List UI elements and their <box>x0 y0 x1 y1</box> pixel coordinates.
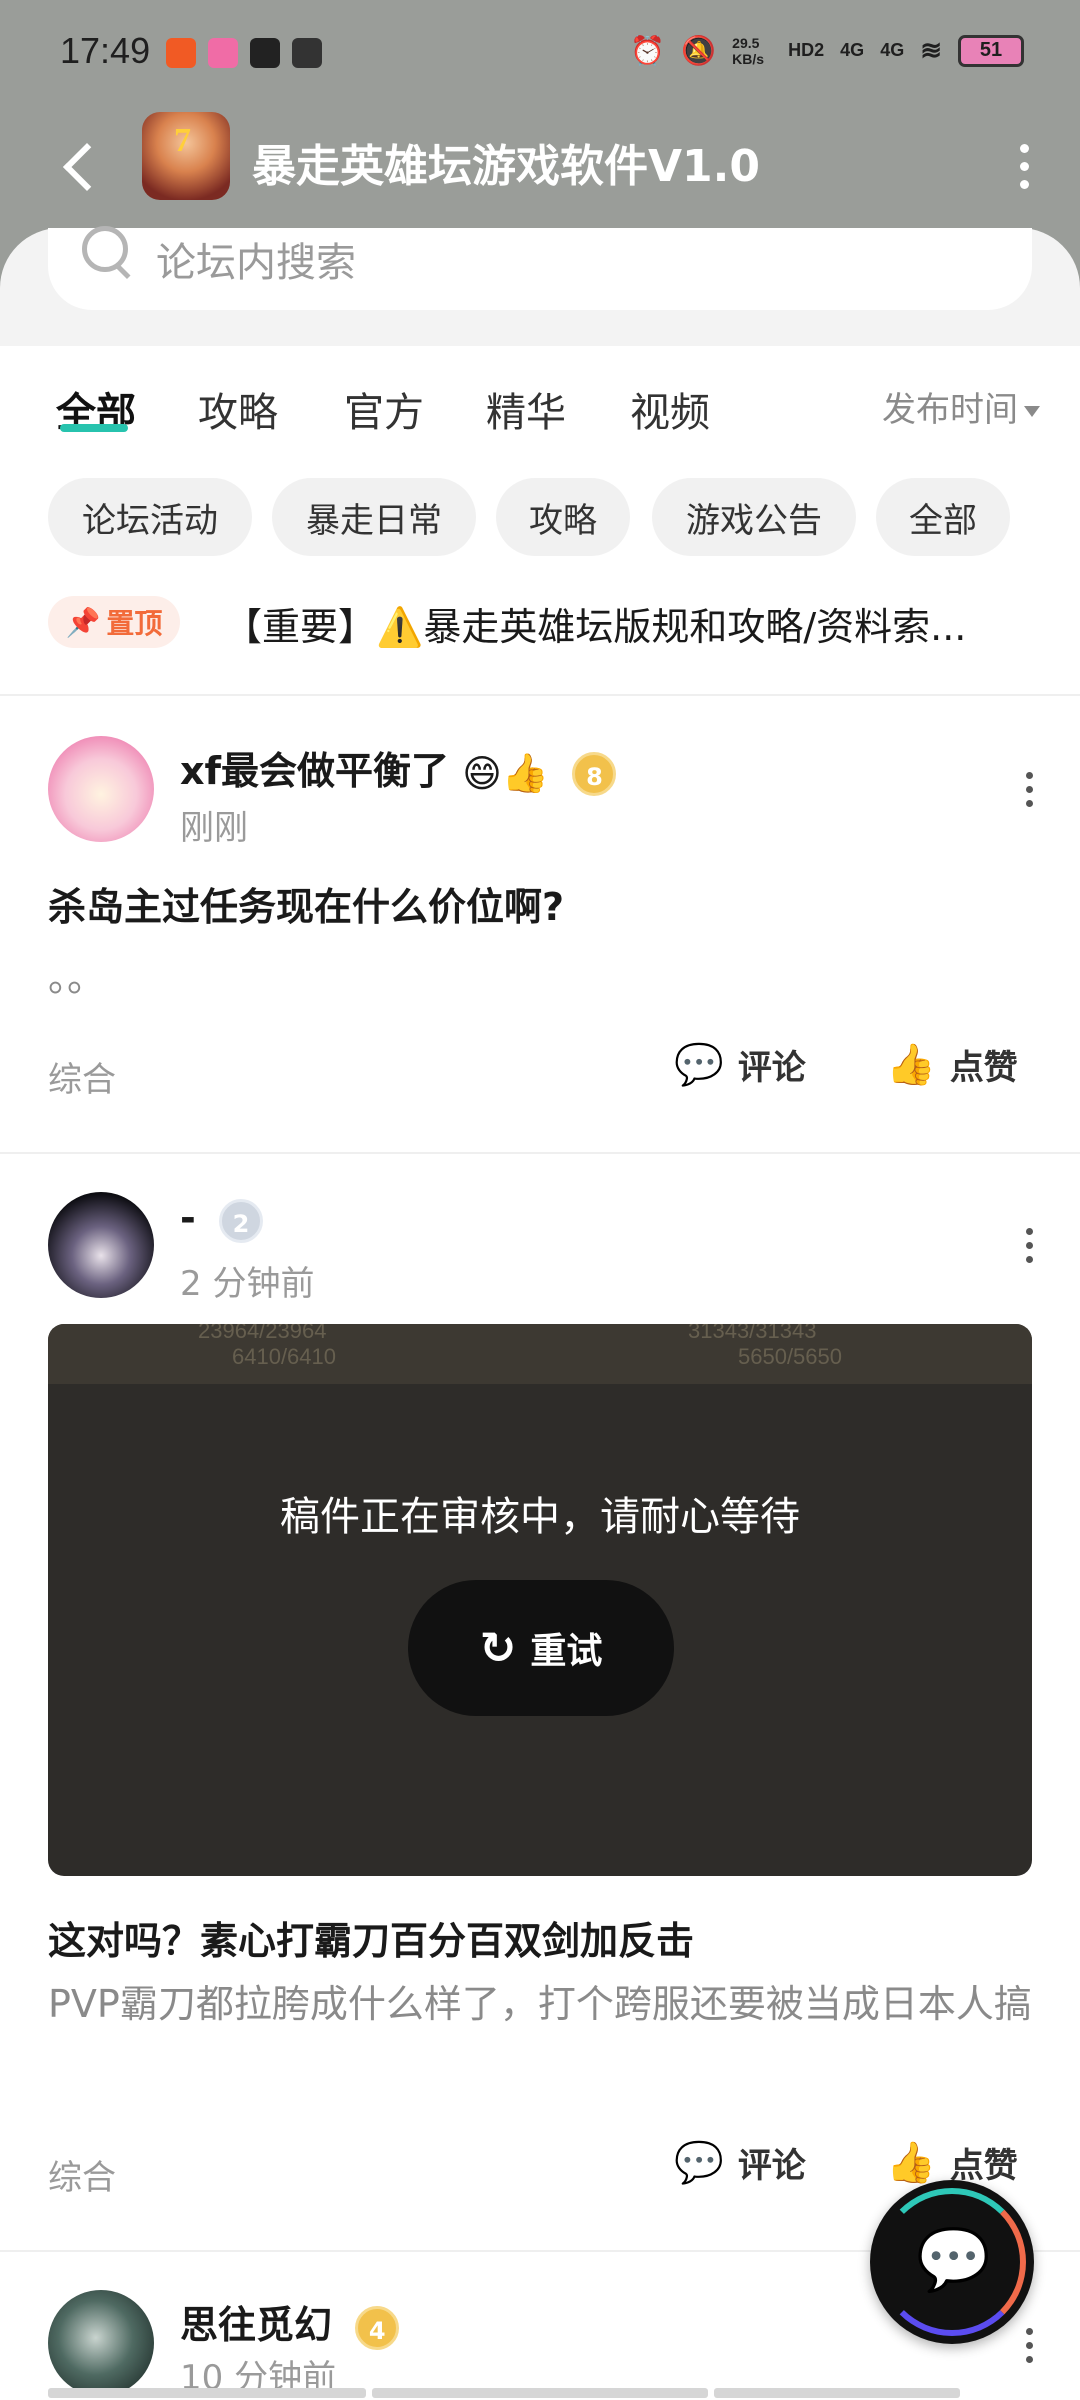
game-icon: 7 <box>142 112 230 200</box>
retry-label: 重试 <box>530 1631 603 1672</box>
comment-icon: 💬 <box>674 2140 724 2186</box>
mail-icon <box>292 38 322 68</box>
level-badge: 2 <box>219 1198 264 1243</box>
search-icon <box>82 226 134 278</box>
status-time: 17:49 <box>60 30 151 71</box>
pinned-badge: 📌 置顶 <box>48 596 180 648</box>
media-preview-strip: 23964/23964 6410/6410 31343/31343 5650/5… <box>48 1324 1032 1384</box>
author-row: 思往觅幻 4 <box>180 2294 400 2350</box>
placeholder-bar <box>48 2388 366 2398</box>
sort-dropdown[interactable]: 发布时间 <box>882 382 1040 431</box>
category-tabs: 全部 攻略 官方 精华 视频 发布时间 <box>0 346 1080 466</box>
search-placeholder: 论坛内搜索 <box>156 240 356 286</box>
chip-announcements[interactable]: 游戏公告 <box>652 478 856 556</box>
author-row: xf最会做平衡了 😄👍 8 <box>180 740 617 796</box>
placeholder-bar <box>714 2388 960 2398</box>
post-menu-icon[interactable] <box>1010 1220 1050 1270</box>
review-pending-message: 稿件正在审核中，请耐心等待 <box>280 1494 800 1540</box>
post-menu-icon[interactable] <box>1010 764 1050 814</box>
tab-guides[interactable]: 攻略 <box>198 380 278 438</box>
like-label: 点赞 <box>949 1048 1018 1088</box>
chat-bubble-icon: 💬 <box>916 2225 991 2295</box>
avatar[interactable] <box>48 2290 154 2396</box>
chip-all[interactable]: 全部 <box>876 478 1010 556</box>
divider <box>0 1152 1080 1154</box>
post-category: 综合 <box>48 1060 116 1100</box>
notification-app-icon <box>166 38 196 68</box>
media-stat: 31343/31343 <box>688 1324 817 1343</box>
avatar[interactable] <box>48 1192 154 1298</box>
divider <box>0 694 1080 696</box>
net-speed: 29.5 KB/s <box>732 34 765 67</box>
search-input[interactable]: 论坛内搜索 <box>48 226 1032 310</box>
filter-chips: 论坛活动 暴走日常 攻略 游戏公告 全部 <box>0 478 1080 558</box>
post-body: 。。 <box>48 956 106 1000</box>
warning-icon: ⚠️ <box>376 605 424 649</box>
chip-forum-events[interactable]: 论坛活动 <box>48 478 252 556</box>
author-name[interactable]: xf最会做平衡了 <box>180 749 449 793</box>
signal-sim2: 4G <box>880 40 905 60</box>
post-title: 杀岛主过任务现在什么价位啊? <box>48 885 565 929</box>
thumbs-up-icon: 👍 <box>886 1042 936 1088</box>
notification-app-icon <box>208 38 238 68</box>
media-stat: 23964/23964 <box>198 1324 327 1343</box>
mute-icon: 🔕 <box>681 35 717 66</box>
comment-icon: 💬 <box>674 1042 724 1088</box>
pinned-badge-label: 置顶 <box>106 607 163 640</box>
signal-sim1: 4G <box>840 40 865 60</box>
level-badge: 4 <box>355 2305 400 2350</box>
comment-button[interactable]: 💬 评论 <box>674 1040 806 1089</box>
post-menu-icon[interactable] <box>1010 2320 1050 2370</box>
comment-button[interactable]: 💬 评论 <box>674 2138 806 2187</box>
chip-guides[interactable]: 攻略 <box>496 478 630 556</box>
comment-label: 评论 <box>737 1048 806 1088</box>
search-area: 论坛内搜索 <box>0 226 1080 346</box>
pinned-title: 【重要】⚠️暴走英雄坛版规和攻略/资料索... <box>224 596 1034 651</box>
status-bar: 17:49 ⏰ 🔕 29.5 KB/s HD2 4G 4G ≋ 51 <box>0 0 1080 108</box>
grin-emoji-icon: 😄 <box>462 751 502 796</box>
thumbs-up-icon: 👍 <box>886 2140 936 2186</box>
author-row: - 2 <box>180 1196 264 1243</box>
media-stat: 5650/5650 <box>738 1344 842 1369</box>
avatar[interactable] <box>48 736 154 842</box>
sort-label: 发布时间 <box>882 390 1018 430</box>
like-button[interactable]: 👍 点赞 <box>886 1040 1018 1089</box>
post-category: 综合 <box>48 2158 116 2198</box>
chip-daily[interactable]: 暴走日常 <box>272 478 476 556</box>
pinned-text: 暴走英雄坛版规和攻略/资料索... <box>423 605 967 649</box>
author-name[interactable]: - <box>180 1196 196 1240</box>
media-stat: 6410/6410 <box>232 1344 336 1369</box>
pin-icon: 📌 <box>65 605 101 639</box>
post-time: 2 分钟前 <box>180 1264 315 1304</box>
page-title: 暴走英雄坛游戏软件V1.0 <box>252 141 760 192</box>
back-arrow-icon[interactable] <box>56 128 116 204</box>
refresh-icon: ↻ <box>479 1622 517 1674</box>
battery-indicator: 51 <box>958 34 1024 67</box>
notification-app-icon <box>250 38 280 68</box>
post-time: 刚刚 <box>180 808 248 848</box>
post-title: 这对吗？素心打霸刀百分百双剑加反击 <box>48 1919 695 1963</box>
tab-official[interactable]: 官方 <box>344 380 424 438</box>
placeholder-bar <box>372 2388 708 2398</box>
pinned-tag: 【重要】 <box>224 605 377 649</box>
level-badge: 8 <box>572 751 617 796</box>
author-name[interactable]: 思往觅幻 <box>180 2303 332 2347</box>
comment-label: 评论 <box>737 2146 806 2186</box>
caret-down-icon <box>1024 406 1040 417</box>
wifi-icon: ≋ <box>920 35 942 65</box>
bottom-image-placeholders <box>0 2388 1080 2400</box>
alarm-icon: ⏰ <box>630 35 666 66</box>
pinned-post[interactable]: 📌 置顶 【重要】⚠️暴走英雄坛版规和攻略/资料索... <box>0 596 1080 676</box>
active-tab-indicator <box>60 424 128 432</box>
tab-featured[interactable]: 精华 <box>486 380 566 438</box>
navigation-bar: 7 暴走英雄坛游戏软件V1.0 <box>0 108 1080 228</box>
more-options-icon[interactable] <box>1000 138 1050 198</box>
thumbs-up-emoji-icon: 👍 <box>501 751 550 795</box>
tab-video[interactable]: 视频 <box>630 380 710 438</box>
chat-fab-button[interactable]: 💬 <box>870 2180 1034 2344</box>
retry-button[interactable]: ↻ 重试 <box>408 1580 674 1716</box>
post-body: PVP霸刀都拉胯成什么样了，打个跨服还要被当成日本人搞 <box>48 1982 1032 2026</box>
hd-badge: HD2 <box>788 40 825 60</box>
post-media[interactable]: 23964/23964 6410/6410 31343/31343 5650/5… <box>48 1324 1032 1876</box>
